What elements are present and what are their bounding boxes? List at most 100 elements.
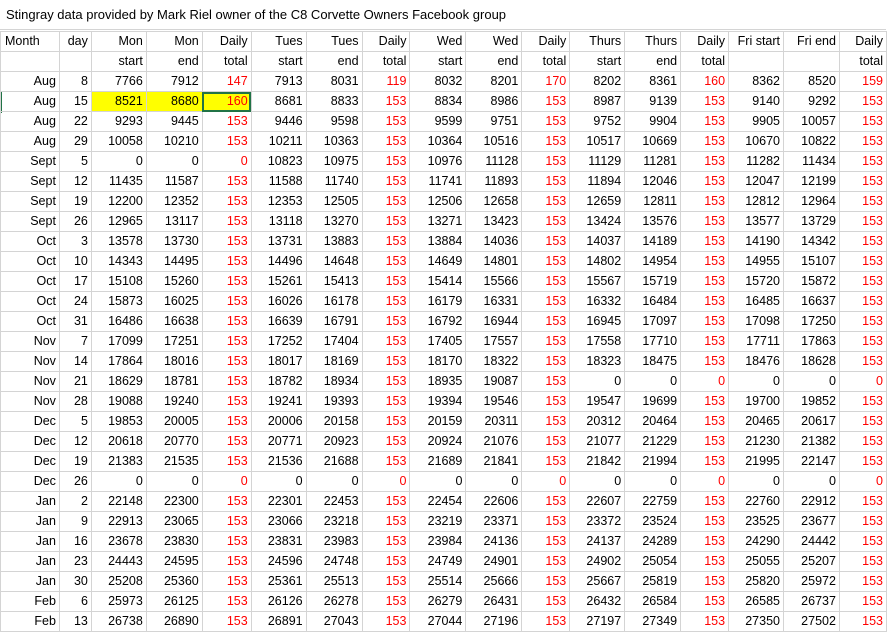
data-cell[interactable]: 153	[361, 531, 411, 552]
data-cell[interactable]: 153	[201, 351, 252, 372]
data-cell[interactable]: 153	[361, 211, 411, 232]
data-cell[interactable]: 153	[361, 611, 411, 632]
data-cell[interactable]: 11434	[783, 151, 840, 172]
data-cell[interactable]: 153	[521, 491, 571, 512]
data-cell[interactable]: Nov	[0, 331, 60, 352]
data-cell[interactable]: 0	[250, 471, 307, 492]
data-cell[interactable]: 22453	[305, 491, 363, 512]
data-cell[interactable]: 23371	[465, 511, 523, 532]
data-cell[interactable]: 153	[521, 551, 571, 572]
data-cell[interactable]: 0	[569, 371, 626, 392]
data-cell[interactable]: 153	[361, 571, 411, 592]
data-cell[interactable]: 17710	[624, 331, 682, 352]
data-cell[interactable]: 17251	[145, 331, 203, 352]
data-cell[interactable]: 153	[361, 351, 411, 372]
data-cell[interactable]: 29	[58, 131, 92, 152]
data-cell[interactable]: Oct	[0, 231, 60, 252]
data-cell[interactable]: 153	[680, 231, 730, 252]
data-cell[interactable]: 9445	[145, 111, 203, 132]
data-cell[interactable]: 153	[838, 171, 887, 192]
data-cell[interactable]: 19	[58, 191, 92, 212]
data-cell[interactable]: 153	[680, 331, 730, 352]
data-cell[interactable]: 9140	[728, 91, 784, 112]
data-cell[interactable]: 153	[521, 231, 571, 252]
data-cell[interactable]: Jan	[0, 571, 60, 592]
data-cell[interactable]: 12964	[783, 191, 840, 212]
data-cell[interactable]: 21383	[90, 451, 147, 472]
data-cell[interactable]: 0	[90, 471, 147, 492]
data-cell[interactable]: 153	[201, 371, 252, 392]
data-cell[interactable]: 153	[521, 171, 571, 192]
data-cell[interactable]: 8834	[409, 91, 467, 112]
data-cell[interactable]: 13578	[90, 231, 147, 252]
data-cell[interactable]: 153	[521, 191, 571, 212]
data-cell[interactable]: Aug	[0, 131, 60, 152]
header-cell[interactable]: Daily	[201, 31, 252, 52]
data-cell[interactable]: 26	[58, 471, 92, 492]
header-cell[interactable]	[58, 51, 92, 72]
data-cell[interactable]: 26584	[624, 591, 682, 612]
data-cell[interactable]: Nov	[0, 351, 60, 372]
data-cell[interactable]: 153	[361, 431, 411, 452]
data-cell[interactable]: 119	[361, 71, 411, 92]
data-cell[interactable]: 7766	[90, 71, 147, 92]
data-cell[interactable]: 153	[680, 311, 730, 332]
data-cell[interactable]: 10516	[465, 131, 523, 152]
data-cell[interactable]: 20312	[569, 411, 626, 432]
data-cell[interactable]: 24748	[305, 551, 363, 572]
data-cell[interactable]: 153	[361, 271, 411, 292]
data-cell[interactable]: 153	[201, 231, 252, 252]
data-cell[interactable]: 9904	[624, 111, 682, 132]
data-cell[interactable]: 153	[680, 191, 730, 212]
data-cell[interactable]: 25207	[783, 551, 840, 572]
data-cell[interactable]: 10	[58, 251, 92, 272]
data-cell[interactable]: 153	[838, 391, 887, 412]
data-cell[interactable]: 10058	[90, 131, 147, 152]
data-cell[interactable]: Oct	[0, 311, 60, 332]
data-cell[interactable]: Sept	[0, 211, 60, 232]
data-cell[interactable]: 26432	[569, 591, 626, 612]
header-cell[interactable]	[783, 51, 840, 72]
data-cell[interactable]: 22912	[783, 491, 840, 512]
data-cell[interactable]: 17863	[783, 331, 840, 352]
data-cell[interactable]: 13	[58, 611, 92, 632]
data-cell[interactable]: 9751	[465, 111, 523, 132]
data-cell[interactable]: 21994	[624, 451, 682, 472]
data-cell[interactable]: 153	[680, 411, 730, 432]
data-cell[interactable]: 153	[680, 571, 730, 592]
header-cell[interactable]: Tues	[305, 31, 363, 52]
data-cell[interactable]: 25054	[624, 551, 682, 572]
data-cell[interactable]: 15108	[90, 271, 147, 292]
data-cell[interactable]: 31	[58, 311, 92, 332]
data-cell[interactable]: 153	[361, 511, 411, 532]
data-cell[interactable]: 13271	[409, 211, 467, 232]
data-cell[interactable]: 153	[201, 391, 252, 412]
data-cell[interactable]: 13423	[465, 211, 523, 232]
data-cell[interactable]: 18629	[90, 371, 147, 392]
data-cell[interactable]: 11894	[569, 171, 626, 192]
data-cell[interactable]: 16178	[305, 291, 363, 312]
data-cell[interactable]: 23677	[783, 511, 840, 532]
data-cell[interactable]: 153	[521, 151, 571, 172]
data-cell[interactable]: Sept	[0, 191, 60, 212]
data-cell[interactable]: 153	[838, 131, 887, 152]
header-cell[interactable]: total	[680, 51, 730, 72]
data-cell[interactable]: 153	[201, 291, 252, 312]
data-cell[interactable]: 153	[838, 531, 887, 552]
header-cell[interactable]: Daily	[838, 31, 887, 52]
data-cell[interactable]: 13577	[728, 211, 784, 232]
data-cell[interactable]: 25514	[409, 571, 467, 592]
data-cell[interactable]: 19700	[728, 391, 784, 412]
data-cell[interactable]: 170	[521, 71, 571, 92]
data-cell[interactable]: 153	[361, 191, 411, 212]
data-cell[interactable]: 153	[838, 111, 887, 132]
data-cell[interactable]: 153	[680, 491, 730, 512]
data-cell[interactable]: 15566	[465, 271, 523, 292]
data-cell[interactable]: 153	[361, 131, 411, 152]
data-cell[interactable]: 26279	[409, 591, 467, 612]
data-cell[interactable]: 21229	[624, 431, 682, 452]
data-cell[interactable]: 153	[201, 511, 252, 532]
data-cell[interactable]: 16944	[465, 311, 523, 332]
data-cell[interactable]: 10364	[409, 131, 467, 152]
data-cell[interactable]: 25667	[569, 571, 626, 592]
